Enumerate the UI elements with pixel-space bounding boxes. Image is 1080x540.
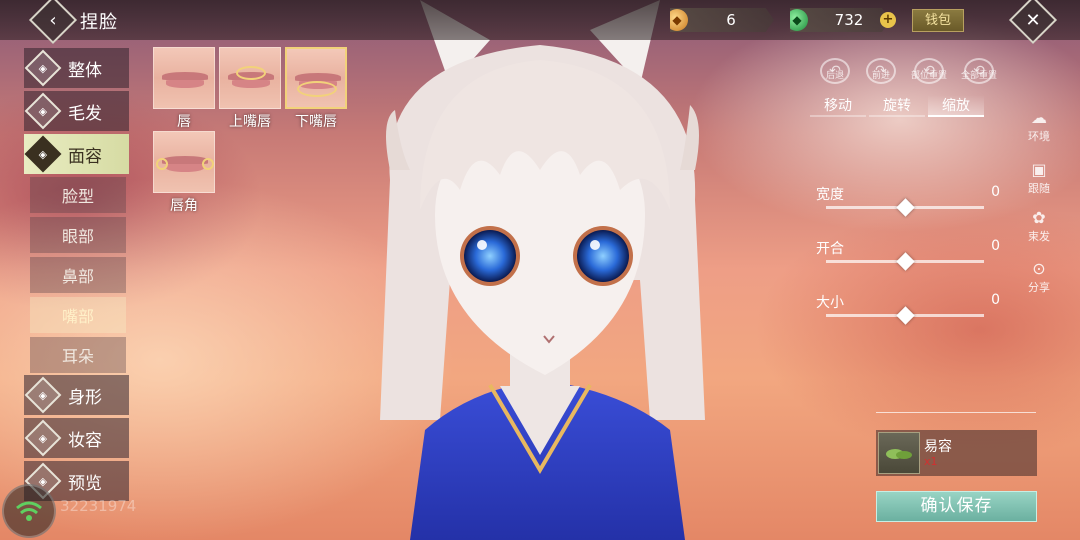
highlight-ring-icon (297, 81, 337, 97)
camera-follow-icon[interactable]: ▣ (1026, 156, 1052, 182)
menu-item-makeup[interactable]: ◈ 妆容 (24, 418, 129, 458)
reset-all-label: 全部重置 (960, 71, 997, 81)
wallet-button[interactable]: 钱包 (912, 9, 964, 32)
item-card[interactable]: 易容 x1 (876, 430, 1037, 476)
redo-label: 前进 (871, 71, 890, 81)
slider-label-size: 大小 (816, 295, 844, 311)
slider-knob-opening[interactable] (896, 252, 915, 271)
menu-item-label: 面容 (68, 146, 102, 167)
close-icon: ✕ (1025, 9, 1041, 31)
face-icon: ◈ (24, 135, 62, 173)
body-outline-icon: ◈ (24, 49, 62, 87)
undo-label: 后退 (825, 71, 844, 81)
confirm-save-button[interactable]: 确认保存 (876, 491, 1037, 522)
slider-label-opening: 开合 (816, 241, 844, 257)
preset-upper-lip[interactable] (219, 47, 281, 109)
slider-knob-size[interactable] (896, 306, 915, 325)
hair-icon: ◈ (24, 92, 62, 130)
item-name: 易容 (924, 439, 952, 455)
preset-lip-corner[interactable] (153, 131, 215, 193)
game-screen: ‹ 捏脸 ◆ 6 ◆ 732 + 钱包 ✕ ◈ 整体 ◈ 毛发 ◈ 面容 脸型 … (0, 0, 1080, 540)
menu-item-label: 毛发 (68, 103, 102, 124)
page-title: 捏脸 (80, 12, 118, 33)
preset-lips[interactable] (153, 47, 215, 109)
menu-item-label: 整体 (68, 60, 102, 81)
submenu-eyes[interactable]: 眼部 (30, 217, 126, 253)
reset-part-label: 部位重置 (910, 71, 947, 81)
submenu-nose[interactable]: 鼻部 (30, 257, 126, 293)
wifi-status (2, 484, 56, 538)
menu-item-figure[interactable]: ◈ 身形 (24, 375, 129, 415)
share-icon[interactable]: ⊙ (1026, 255, 1052, 281)
side-tool-follow[interactable]: 跟随 (1018, 180, 1060, 196)
item-icon (878, 432, 920, 474)
submenu-face-shape[interactable]: 脸型 (30, 177, 126, 213)
preset-label: 下嘴唇 (295, 114, 337, 130)
preset-lower-lip[interactable] (285, 47, 347, 109)
highlight-ring-icon (156, 158, 168, 170)
slider-label-width: 宽度 (816, 187, 844, 203)
menu-item-overall[interactable]: ◈ 整体 (24, 48, 129, 88)
slider-value-size: 0 (991, 292, 1000, 308)
divider (876, 412, 1036, 413)
tab-move[interactable]: 移动 (810, 95, 866, 117)
slider-value-opening: 0 (991, 238, 1000, 254)
menu-item-label: 预览 (68, 473, 102, 494)
side-tool-tie-hair[interactable]: 束发 (1018, 228, 1060, 244)
gold-amount: 6 (726, 11, 736, 29)
menu-item-hair[interactable]: ◈ 毛发 (24, 91, 129, 131)
side-tool-environment[interactable]: 环境 (1018, 128, 1060, 144)
jade-currency: ◆ 732 (790, 8, 890, 32)
submenu-mouth[interactable]: 嘴部 (30, 297, 126, 333)
chevron-left-icon: ‹ (49, 9, 57, 31)
slider-knob-width[interactable] (896, 198, 915, 217)
slider-value-width: 0 (991, 184, 1000, 200)
side-tool-share[interactable]: 分享 (1018, 279, 1060, 295)
jade-amount: 732 (834, 11, 864, 29)
gold-currency: ◆ 6 (670, 8, 774, 32)
makeup-icon: ◈ (24, 419, 62, 457)
preset-label: 唇角 (170, 198, 198, 214)
menu-item-label: 身形 (68, 387, 102, 408)
environment-icon[interactable]: ☁ (1026, 104, 1052, 130)
menu-item-face[interactable]: ◈ 面容 (24, 134, 129, 174)
tab-scale[interactable]: 缩放 (928, 95, 984, 117)
character-model[interactable] (350, 0, 740, 540)
lips-thumbnail (162, 72, 208, 88)
highlight-ring-icon (202, 158, 214, 170)
user-id: 32231974 (60, 497, 137, 515)
submenu-ears[interactable]: 耳朵 (30, 337, 126, 373)
highlight-ring-icon (236, 66, 266, 80)
figure-icon: ◈ (24, 376, 62, 414)
wifi-icon (16, 501, 42, 521)
menu-item-label: 妆容 (68, 430, 102, 451)
tab-rotate[interactable]: 旋转 (869, 95, 925, 117)
item-count: x1 (924, 455, 938, 468)
tie-hair-icon[interactable]: ✿ (1026, 204, 1052, 230)
add-currency-button[interactable]: + (880, 12, 896, 28)
